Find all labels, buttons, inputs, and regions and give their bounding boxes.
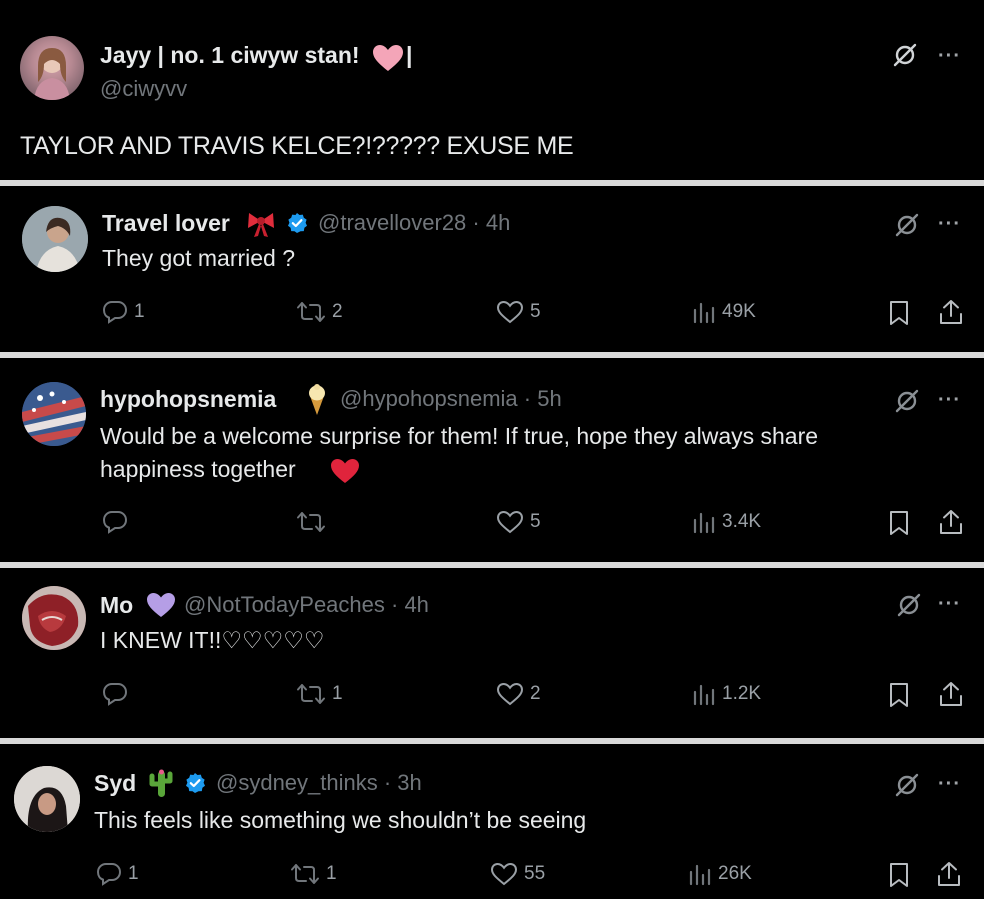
avatar[interactable] [22, 206, 88, 272]
author-handle[interactable]: @NotTodayPeaches · 4h [184, 592, 429, 618]
views-icon [689, 864, 711, 886]
views-icon [693, 512, 715, 534]
repost-button[interactable] [296, 510, 332, 534]
like-button[interactable]: 2 [496, 682, 541, 706]
views-button[interactable]: 26K [688, 862, 752, 886]
reply-text-line-1: Would be a welcome surprise for them! If… [100, 423, 819, 449]
verified-icon [186, 773, 205, 793]
views-count: 49K [722, 301, 756, 322]
bookmark-icon[interactable] [888, 682, 910, 708]
like-button[interactable]: 5 [496, 510, 541, 534]
share-icon[interactable] [936, 860, 962, 888]
author-name[interactable]: Jayy | no. 1 ciwyw stan! [100, 42, 360, 69]
red-heart-emoji [331, 459, 359, 483]
author-handle[interactable]: @travellover28 · 4h [318, 210, 510, 236]
main-post[interactable]: Jayy | no. 1 ciwyw stan! | @ciwyvv ··· T… [0, 0, 984, 180]
views-button[interactable]: 1.2K [692, 682, 761, 706]
bookmark-icon[interactable] [888, 300, 910, 326]
like-icon [490, 862, 518, 886]
avatar[interactable] [20, 36, 84, 100]
reply-button[interactable] [102, 682, 134, 706]
views-count: 3.4K [722, 511, 762, 532]
share-icon[interactable] [938, 298, 964, 326]
grok-icon[interactable] [894, 388, 920, 414]
avatar[interactable] [14, 766, 80, 832]
views-count: 26K [718, 863, 752, 884]
ice-cream-emoji [309, 384, 325, 415]
more-icon[interactable]: ··· [938, 46, 961, 66]
reply-text: I KNEW IT!!♡♡♡♡♡ [100, 627, 325, 653]
reply-text: This feels like something we shouldn’t b… [94, 807, 587, 833]
like-count: 55 [524, 863, 546, 884]
share-icon[interactable] [938, 508, 964, 536]
like-count: 5 [530, 511, 541, 532]
reply-tweet[interactable]: hypohopsnemia @hypohopsnemia · 5h ··· Wo… [0, 358, 984, 562]
avatar[interactable] [22, 382, 86, 446]
like-icon [496, 682, 524, 706]
author-name-text: Jayy | no. 1 ciwyw stan! [100, 42, 360, 68]
like-count: 2 [530, 683, 541, 704]
reply-icon [96, 863, 122, 886]
author-name[interactable]: hypohopsnemia [100, 386, 276, 413]
bookmark-icon[interactable] [888, 862, 910, 888]
reply-button[interactable]: 1 [96, 862, 139, 886]
like-count: 5 [530, 301, 541, 322]
repost-count: 1 [326, 863, 337, 884]
like-icon [496, 510, 524, 534]
views-count: 1.2K [722, 683, 762, 704]
reply-tweet[interactable]: Travel lover @travellover28 · 4h ··· The… [0, 186, 984, 352]
author-name[interactable]: Mo [100, 592, 133, 619]
like-button[interactable]: 5 [496, 300, 541, 324]
reply-text: They got married ? [102, 245, 296, 271]
reply-count: 1 [128, 863, 139, 884]
reply-icon [102, 301, 128, 324]
bookmark-icon[interactable] [888, 510, 910, 536]
purple-heart-emoji [147, 593, 175, 617]
like-button[interactable]: 55 [490, 862, 545, 886]
reply-tweet[interactable]: Mo @NotTodayPeaches · 4h ··· I KNEW IT!!… [0, 568, 984, 738]
reply-icon [102, 511, 128, 534]
more-icon[interactable]: ··· [938, 390, 961, 410]
grok-icon[interactable] [892, 42, 918, 68]
repost-icon [297, 512, 325, 532]
author-name[interactable]: Travel lover [102, 210, 230, 237]
grok-icon[interactable] [894, 772, 920, 798]
views-button[interactable]: 49K [692, 300, 756, 324]
post-text: TAYLOR AND TRAVIS KELCE?!????? EXUSE ME [20, 132, 574, 160]
repost-button[interactable]: 2 [296, 300, 343, 324]
repost-icon [297, 684, 325, 704]
reply-text-line-2: happiness together [100, 456, 296, 482]
author-name-suffix: | [406, 42, 413, 68]
views-icon [693, 684, 715, 706]
author-handle[interactable]: @sydney_thinks · 3h [216, 770, 422, 796]
repost-button[interactable]: 1 [290, 862, 337, 886]
reply-button[interactable]: 1 [102, 300, 145, 324]
repost-count: 2 [332, 301, 343, 322]
repost-button[interactable]: 1 [296, 682, 343, 706]
share-icon[interactable] [938, 680, 964, 708]
like-icon [496, 300, 524, 324]
grok-icon[interactable] [894, 212, 920, 238]
more-icon[interactable]: ··· [938, 214, 961, 234]
verified-icon [288, 213, 307, 233]
reply-count: 1 [134, 301, 145, 322]
cactus-emoji [149, 769, 173, 797]
heart-emoji [373, 45, 403, 71]
more-icon[interactable]: ··· [938, 774, 961, 794]
reply-icon [102, 683, 128, 706]
author-handle[interactable]: @ciwyvv [100, 76, 187, 102]
repost-icon [291, 864, 319, 884]
repost-count: 1 [332, 683, 343, 704]
more-icon[interactable]: ··· [938, 594, 961, 614]
grok-icon[interactable] [896, 592, 922, 618]
repost-icon [297, 302, 325, 322]
reply-tweet[interactable]: Syd @sydney_thinks · 3h ··· This feels l… [0, 744, 984, 899]
avatar[interactable] [22, 586, 86, 650]
author-name[interactable]: Syd [94, 770, 136, 797]
reply-button[interactable] [102, 510, 134, 534]
views-button[interactable]: 3.4K [692, 510, 761, 534]
bow-emoji [248, 213, 274, 237]
views-icon [693, 302, 715, 324]
author-handle[interactable]: @hypohopsnemia · 5h [340, 386, 562, 412]
